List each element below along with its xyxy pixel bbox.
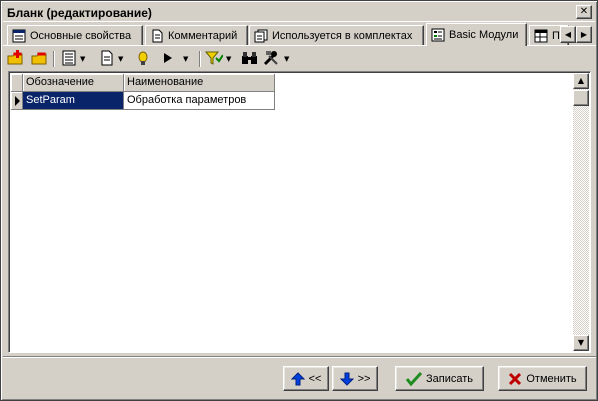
dropdown-arrow-icon: ▼: [80, 55, 86, 63]
table-row[interactable]: SetParam Обработка параметров: [11, 92, 275, 110]
remove-button[interactable]: [31, 49, 49, 69]
save-label: Записать: [425, 372, 473, 385]
scroll-down-button[interactable]: ▼: [573, 335, 589, 351]
tab-used-in-sets[interactable]: Используется в комплектах: [249, 25, 424, 45]
arrow-up-icon: ▲: [577, 76, 585, 85]
tab-scroll-left-button[interactable]: ◀: [560, 26, 576, 43]
next-button[interactable]: >>: [332, 366, 378, 391]
dropdown-arrow-icon: ▼: [226, 55, 232, 63]
modules-grid: Обозначение Наименование SetParam Обрабо…: [11, 74, 275, 110]
bottom-divider: [3, 356, 596, 358]
remove-folder-icon: [31, 50, 49, 69]
previous-button[interactable]: <<: [283, 366, 329, 391]
page-icon: [99, 50, 115, 69]
tab-comment[interactable]: Комментарий: [145, 25, 248, 45]
modules-grid-panel: Обозначение Наименование SetParam Обрабо…: [8, 71, 591, 353]
next-label: >>: [357, 372, 371, 385]
tab-scroll-right-button[interactable]: ▶: [576, 26, 592, 43]
yellow-pin-icon: [135, 50, 151, 69]
dropdown-arrow-icon: ▼: [183, 55, 189, 63]
view-dropdown-button[interactable]: ▼: [61, 49, 85, 69]
filter-icon: [204, 50, 224, 69]
sets-icon: [254, 29, 268, 43]
tab-label: Используется в комплектах: [272, 29, 413, 42]
row-indicator: [11, 92, 23, 110]
pin-button[interactable]: [135, 49, 151, 69]
cell-name[interactable]: Обработка параметров: [124, 92, 275, 110]
cross-icon: [508, 372, 522, 386]
row-indicator-header: [11, 74, 23, 92]
module-icon: [431, 28, 445, 42]
toolbar: ▼ ▼ ▼ ▼ ▼: [5, 48, 595, 70]
filter-dropdown-button[interactable]: ▼: [204, 49, 232, 69]
window-title: Бланк (редактирование): [7, 6, 152, 20]
vertical-scrollbar[interactable]: ▲ ▼: [573, 73, 589, 351]
cell-designation[interactable]: SetParam: [23, 92, 124, 110]
tools-dropdown-button[interactable]: ▼: [263, 49, 289, 69]
arrow-right-icon: ▶: [580, 30, 588, 39]
arrow-up-blue-icon: [290, 371, 305, 386]
close-icon: ✕: [579, 6, 589, 17]
play-icon: [161, 50, 175, 69]
tab-label: П: [552, 29, 560, 42]
arrow-left-icon: ◀: [564, 30, 572, 39]
properties-icon: [12, 29, 26, 43]
find-button[interactable]: [241, 49, 259, 69]
binoculars-icon: [241, 50, 259, 69]
scroll-thumb[interactable]: [573, 90, 589, 106]
editor-window: Бланк (редактирование) ✕ Основные свойст…: [0, 0, 598, 401]
run-dropdown-button[interactable]: ▼: [161, 49, 188, 69]
tab-label: Basic Модули: [449, 29, 519, 41]
tab-label: Комментарий: [168, 29, 238, 42]
column-header-designation[interactable]: Обозначение: [23, 74, 124, 92]
toolbar-separator: [199, 51, 201, 67]
tab-main-properties[interactable]: Основные свойства: [7, 25, 143, 45]
tab-strip: Основные свойства Комментарий Использует…: [4, 23, 596, 46]
tab-basic-modules[interactable]: Basic Модули: [426, 23, 527, 46]
toolbar-separator: [53, 51, 55, 67]
tab-label: Основные свойства: [30, 29, 132, 42]
arrow-down-blue-icon: [339, 372, 354, 386]
checkmark-icon: [405, 371, 422, 386]
dropdown-arrow-icon: ▼: [118, 55, 124, 63]
cancel-button[interactable]: Отменить: [498, 366, 587, 391]
cancel-label: Отменить: [526, 372, 577, 385]
arrow-down-icon: ▼: [577, 338, 585, 347]
scroll-up-button[interactable]: ▲: [573, 73, 589, 89]
add-button[interactable]: [7, 49, 25, 69]
column-header-name[interactable]: Наименование: [124, 74, 275, 92]
grid-header-row: Обозначение Наименование: [11, 74, 275, 92]
close-button[interactable]: ✕: [576, 5, 592, 19]
save-button[interactable]: Записать: [395, 366, 484, 391]
table-icon: [534, 29, 548, 43]
current-row-arrow-icon: [15, 96, 20, 106]
page-dropdown-button[interactable]: ▼: [99, 49, 123, 69]
document-icon: [150, 29, 164, 43]
dropdown-arrow-icon: ▼: [284, 55, 290, 63]
previous-label: <<: [308, 372, 322, 385]
list-view-icon: [61, 50, 77, 69]
add-folder-icon: [7, 49, 25, 69]
tools-icon: [263, 50, 281, 69]
title-bar: Бланк (редактирование) ✕: [3, 3, 595, 22]
